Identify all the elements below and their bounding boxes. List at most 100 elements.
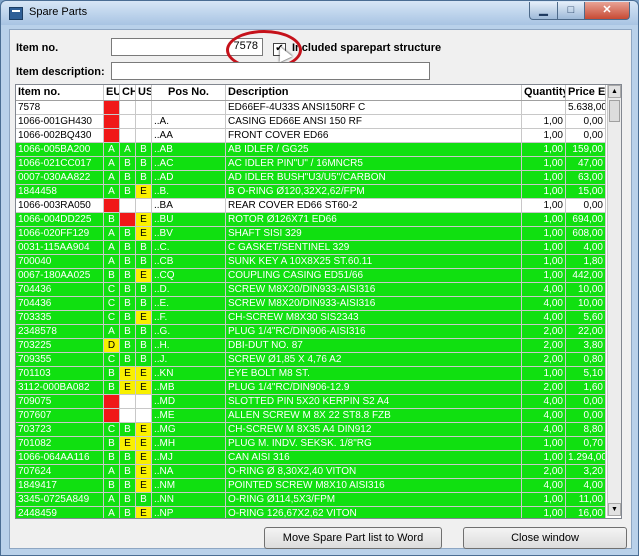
cell-ch: E <box>120 381 136 394</box>
cell-desc: SHAFT SISI 329 <box>226 227 522 240</box>
table-row[interactable]: 0031-115AA904 A B B ..C. C GASKET/SENTINEL 32… <box>16 241 606 255</box>
cell-eu <box>104 115 120 128</box>
col-ch[interactable]: CH <box>120 85 136 100</box>
minimize-button[interactable]: ▁ <box>529 2 558 20</box>
cell-qty: 4,00 <box>522 479 566 492</box>
cell-eu: C <box>104 353 120 366</box>
table-row[interactable]: 701103 B E E ..KN EYE BOLT M8 ST. 1,00 5,10 <box>16 367 606 381</box>
close-window-icon[interactable]: ✕ <box>584 2 630 20</box>
table-row[interactable]: 2348578 A B B ..G. PLUG 1/4"RC/DIN906-AISI316… <box>16 325 606 339</box>
cell-desc: C GASKET/SENTINEL 329 <box>226 241 522 254</box>
table-row[interactable]: 709075 ..MD SLOTTED PIN 5X20 KERPIN S2 A4 4… <box>16 395 606 409</box>
spare-parts-window: Spare Parts ▁ □ ✕ Item no. 7578 ✔ Includ… <box>0 0 639 556</box>
table-row[interactable]: 7578 ED66EF-4U33S ANSI150RF C 5.638,00 <box>16 101 606 115</box>
table-row[interactable]: 1066-064AA116 B B E ..MJ CAN AISI 316 1,00 1.29… <box>16 451 606 465</box>
cell-eu: A <box>104 255 120 268</box>
move-to-word-button[interactable]: Move Spare Part list to Word <box>264 527 442 549</box>
cell-ch: A <box>120 143 136 156</box>
cell-desc: REAR COVER ED66 ST60-2 <box>226 199 522 212</box>
scroll-up-icon[interactable]: ▲ <box>608 85 621 98</box>
cell-desc: EYE BOLT M8 ST. <box>226 367 522 380</box>
table-row[interactable]: 1066-004DD225 B E ..BU ROTOR Ø126X71 ED66 1,0… <box>16 213 606 227</box>
col-us[interactable]: US <box>136 85 152 100</box>
cell-qty: 1,00 <box>522 367 566 380</box>
cell-pos: ..NA <box>152 465 226 478</box>
table-row[interactable]: 3112-000BA082 B E E ..MB PLUG 1/4"RC/DIN906-1… <box>16 381 606 395</box>
cell-desc: SCREW Ø1,85 X 4,76 A2 <box>226 353 522 366</box>
table-row[interactable]: 1066-003RA050 ..BA REAR COVER ED66 ST60-2 1… <box>16 199 606 213</box>
cell-qty <box>522 101 566 114</box>
cell-pos: ..CB <box>152 255 226 268</box>
table-row[interactable]: 1066-020FF129 A B E ..BV SHAFT SISI 329 1,00 60… <box>16 227 606 241</box>
cell-us: B <box>136 325 152 338</box>
cell-eu: C <box>104 311 120 324</box>
table-row[interactable]: 1066-002BQ430 ..AA FRONT COVER ED66 1,00 0,0… <box>16 129 606 143</box>
table-row[interactable]: 703723 C B E ..MG CH-SCREW M 8X35 A4 DIN912 4,… <box>16 423 606 437</box>
scroll-down-icon[interactable]: ▼ <box>608 503 621 516</box>
cell-price: 63,00 <box>566 171 606 184</box>
cell-desc: COUPLING CASING ED51/66 <box>226 269 522 282</box>
table-row[interactable]: 1066-005BA200 A A B ..AB AB IDLER / GG25 1,00 1… <box>16 143 606 157</box>
cell-price: 159,00 <box>566 143 606 156</box>
cell-desc: AB IDLER / GG25 <box>226 143 522 156</box>
table-row[interactable]: 704436 C B B ..D. SCREW M8X20/DIN933-AISI316 4… <box>16 283 606 297</box>
cell-eu: A <box>104 185 120 198</box>
cell-eu: A <box>104 241 120 254</box>
cell-price: 0,80 <box>566 353 606 366</box>
cell-eu: A <box>104 157 120 170</box>
close-window-button[interactable]: Close window <box>463 527 627 549</box>
col-description[interactable]: Description <box>226 85 522 100</box>
item-no-label: Item no. <box>16 42 59 54</box>
col-price[interactable]: Price EUR <box>566 85 606 100</box>
table-row[interactable]: 1066-021CC017 A B B ..AC AC IDLER PIN"U" / 16… <box>16 157 606 171</box>
cell-eu: B <box>104 269 120 282</box>
cell-price: 1,80 <box>566 255 606 268</box>
table-row[interactable]: 709355 C B B ..J. SCREW Ø1,85 X 4,76 A2 2,00 0,… <box>16 353 606 367</box>
table-row[interactable]: 701082 B E E ..MH PLUG M. INDV. SEKSK. 1/8"RG… <box>16 437 606 451</box>
table-row[interactable]: 703335 C B E ..F. CH-SCREW M8X30 SIS2343 4,00 5… <box>16 311 606 325</box>
cell-ch <box>120 129 136 142</box>
item-description-input[interactable] <box>111 62 430 80</box>
cell-ch: B <box>120 339 136 352</box>
cell-desc: SCREW M8X20/DIN933-AISI316 <box>226 297 522 310</box>
col-pos-no[interactable]: Pos No. <box>152 85 226 100</box>
col-item-no[interactable]: Item no. <box>16 85 104 100</box>
cell-desc: O-RING Ø 8,30X2,40 VITON <box>226 465 522 478</box>
col-quantity[interactable]: Quantity <box>522 85 566 100</box>
table-row[interactable]: 704436 C B B ..E. SCREW M8X20/DIN933-AISI316 4… <box>16 297 606 311</box>
table-row[interactable]: 3345-0725A849 A B B ..NN O-RING Ø114,5X3/FPM 1… <box>16 493 606 507</box>
cell-desc: FRONT COVER ED66 <box>226 129 522 142</box>
cell-ch: B <box>120 269 136 282</box>
table-row[interactable]: 703225 D B B ..H. DBI-DUT NO. 87 2,00 3,80 <box>16 339 606 353</box>
cell-price: 0,70 <box>566 437 606 450</box>
cell-us: B <box>136 493 152 506</box>
vertical-scrollbar[interactable]: ▲ ▼ <box>607 85 621 516</box>
cell-price: 10,00 <box>566 297 606 310</box>
cell-item: 1066-021CC017 <box>16 157 104 170</box>
cell-ch: E <box>120 437 136 450</box>
maximize-button[interactable]: □ <box>557 2 585 20</box>
cell-eu: C <box>104 297 120 310</box>
cell-desc: AD IDLER BUSH"U3/U5"/CARBON <box>226 171 522 184</box>
table-row[interactable]: 0067-180AA025 B B E ..CQ COUPLING CASING ED51… <box>16 269 606 283</box>
table-row[interactable]: 707624 A B E ..NA O-RING Ø 8,30X2,40 VITON 2,0… <box>16 465 606 479</box>
cell-eu: A <box>104 465 120 478</box>
scroll-thumb[interactable] <box>609 100 620 122</box>
col-eu[interactable]: EU <box>104 85 120 100</box>
table-row[interactable]: 707607 ..ME ALLEN SCREW M 8X 22 ST8.8 FZB 4… <box>16 409 606 423</box>
cell-us: E <box>136 381 152 394</box>
table-row[interactable]: 1066-001GH430 ..A. CASING ED66E ANSI 150 R… <box>16 115 606 129</box>
cell-price: 5,10 <box>566 367 606 380</box>
table-row[interactable]: 0007-030AA822 A B B ..AD AD IDLER BUSH"U3/U5"… <box>16 171 606 185</box>
cell-eu: D <box>104 339 120 352</box>
cell-price: 0,00 <box>566 115 606 128</box>
table-row[interactable]: 1844458 A B E ..B. B O-RING Ø120,32X2,62/FPM 1… <box>16 185 606 199</box>
cell-eu: B <box>104 479 120 492</box>
cell-eu: A <box>104 143 120 156</box>
cell-ch: B <box>120 465 136 478</box>
title-bar[interactable]: Spare Parts ▁ □ ✕ <box>1 1 638 25</box>
table-row[interactable]: 2448459 A B E ..NP O-RING 126,67X2,62 VITON 1,… <box>16 507 606 518</box>
table-row[interactable]: 1849417 B B E ..NM POINTED SCREW M8X10 AISI31… <box>16 479 606 493</box>
cell-desc: CASING ED66E ANSI 150 RF <box>226 115 522 128</box>
table-row[interactable]: 700040 A B B ..CB SUNK KEY A 10X8X25 ST.60.11… <box>16 255 606 269</box>
